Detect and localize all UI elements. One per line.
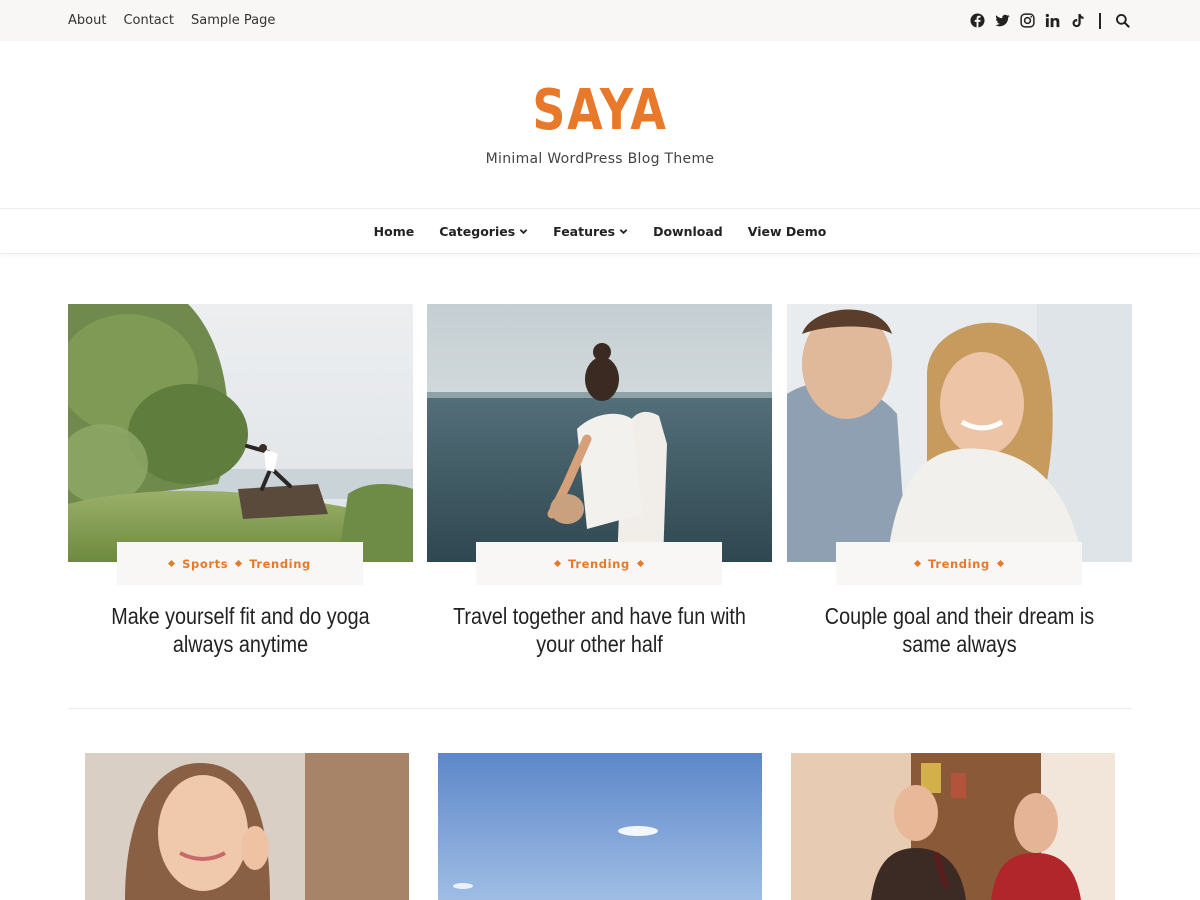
post-thumbnail-sky[interactable]: [438, 753, 762, 900]
tiktok-icon[interactable]: [1070, 13, 1085, 28]
nav-item-download[interactable]: Download: [653, 224, 723, 239]
post-thumbnail-travel[interactable]: [427, 304, 772, 562]
social-separator: [1099, 12, 1101, 29]
post-title[interactable]: Travel together and have fun with your o…: [451, 602, 748, 658]
social-links: [970, 0, 1130, 41]
top-link-sample-page[interactable]: Sample Page: [191, 13, 275, 28]
facebook-icon[interactable]: [970, 13, 985, 28]
post-categories: Sports Trending: [117, 542, 363, 585]
main-navigation: Home Categories Features Download View D…: [0, 208, 1200, 254]
diamond-icon: [235, 559, 243, 568]
twitter-icon[interactable]: [995, 13, 1010, 28]
site-tagline: Minimal WordPress Blog Theme: [485, 151, 715, 167]
nav-item-view-demo[interactable]: View Demo: [748, 224, 827, 239]
top-links: About Contact Sample Page: [68, 0, 275, 41]
nav-item-home[interactable]: Home: [374, 224, 415, 239]
nav-item-features[interactable]: Features: [553, 224, 628, 239]
section-divider: [68, 708, 1132, 709]
post-thumbnail-portrait[interactable]: [85, 753, 409, 900]
category-link[interactable]: Trending: [928, 557, 990, 571]
category-link[interactable]: Trending: [568, 557, 630, 571]
category-link[interactable]: Trending: [249, 557, 311, 571]
post-title[interactable]: Couple goal and their dream is same alwa…: [811, 602, 1108, 658]
instagram-icon[interactable]: [1020, 13, 1035, 28]
nav-label: Home: [373, 223, 415, 239]
nav-label: Categories: [439, 223, 516, 239]
nav-label: View Demo: [747, 223, 827, 239]
post-thumbnail-couple[interactable]: [787, 304, 1132, 562]
post-categories: Trending: [836, 542, 1082, 585]
top-link-about[interactable]: About: [68, 13, 106, 28]
post-title[interactable]: Make yourself fit and do yoga always any…: [92, 602, 389, 658]
post-thumbnail-yoga[interactable]: [68, 304, 413, 562]
site-title[interactable]: SAYA: [108, 78, 1092, 143]
post-categories: Trending: [476, 542, 722, 585]
top-bar: About Contact Sample Page: [0, 0, 1200, 41]
chevron-down-icon: [519, 228, 528, 234]
nav-label: Download: [653, 223, 723, 239]
post-thumbnail-friends[interactable]: [791, 753, 1115, 900]
chevron-down-icon: [619, 228, 628, 234]
diamond-icon: [554, 559, 562, 568]
category-link[interactable]: Sports: [182, 557, 228, 571]
diamond-icon: [636, 559, 644, 568]
diamond-icon: [168, 559, 176, 568]
search-icon[interactable]: [1115, 13, 1130, 28]
nav-label: Features: [553, 223, 616, 239]
diamond-icon: [996, 559, 1004, 568]
nav-item-categories[interactable]: Categories: [439, 224, 528, 239]
linkedin-icon[interactable]: [1045, 13, 1060, 28]
top-link-contact[interactable]: Contact: [123, 13, 174, 28]
diamond-icon: [914, 559, 922, 568]
